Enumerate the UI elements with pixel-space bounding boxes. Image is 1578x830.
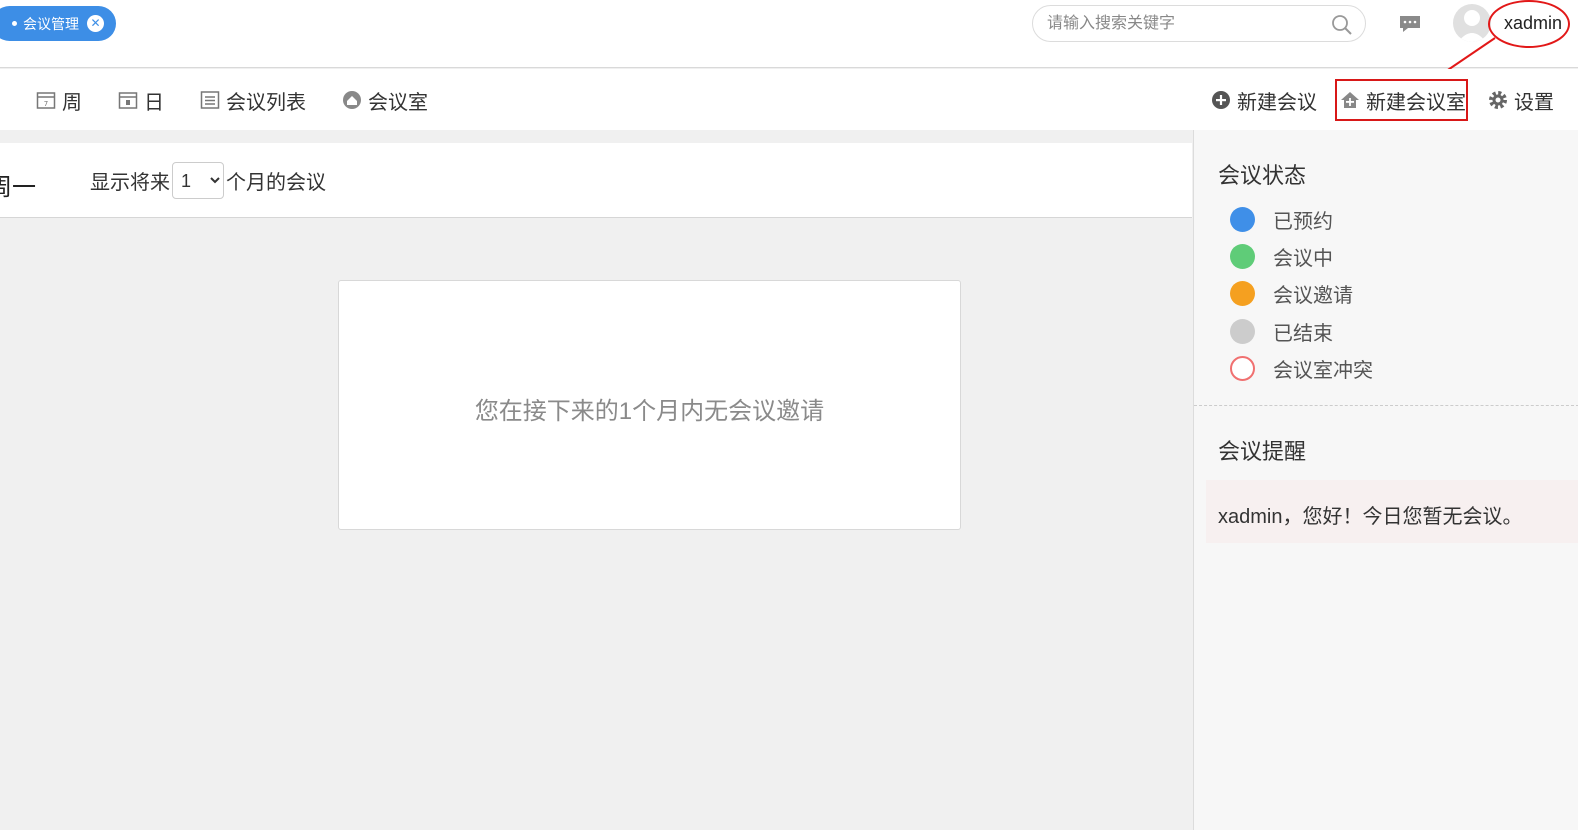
sidebar-divider bbox=[1194, 405, 1578, 406]
search-icon[interactable] bbox=[1331, 14, 1353, 36]
new-room-label: 新建会议室 bbox=[1366, 91, 1466, 114]
main-header: 周一 显示将来 1 个月的会议 bbox=[0, 143, 1192, 218]
new-meeting-button[interactable]: 新建会议 bbox=[1211, 86, 1317, 114]
months-select[interactable]: 1 bbox=[172, 162, 224, 199]
status-label: 会议室冲突 bbox=[1273, 360, 1373, 382]
settings-label: 设置 bbox=[1514, 91, 1554, 114]
status-label: 会议邀请 bbox=[1273, 285, 1353, 307]
top-bar: 会议管理 ✕ xadmin bbox=[0, 0, 1578, 68]
status-label: 会议中 bbox=[1273, 248, 1333, 270]
message-icon[interactable] bbox=[1398, 14, 1422, 34]
reminder-section-title: 会议提醒 bbox=[1218, 439, 1307, 464]
range-prefix: 显示将来 bbox=[90, 172, 170, 194]
status-dot bbox=[1230, 319, 1255, 344]
home-icon bbox=[343, 91, 361, 109]
status-label: 已结束 bbox=[1273, 323, 1333, 345]
avatar[interactable] bbox=[1453, 4, 1491, 42]
new-room-button[interactable]: 新建会议室 bbox=[1340, 86, 1466, 114]
status-in-progress: 会议中 bbox=[1230, 242, 1333, 271]
search-input[interactable] bbox=[1047, 13, 1317, 35]
toolbar: 7 周 日 会议列表 会议室 新建会议 新建会议室 设置 bbox=[0, 69, 1578, 130]
close-icon[interactable]: ✕ bbox=[87, 15, 104, 32]
status-dot bbox=[1230, 244, 1255, 269]
empty-state-card: 您在接下来的1个月内无会议邀请 bbox=[338, 280, 961, 530]
calendar-day-icon bbox=[118, 92, 138, 109]
user-avatar-icon bbox=[1458, 10, 1486, 42]
empty-message: 您在接下来的1个月内无会议邀请 bbox=[474, 398, 825, 425]
meeting-room-label: 会议室 bbox=[368, 91, 428, 114]
tab-dot bbox=[12, 21, 17, 26]
week-day-label: 周一 bbox=[0, 174, 36, 201]
reminder-box: xadmin，您好！今日您暂无会议。 bbox=[1206, 480, 1578, 543]
status-scheduled: 已预约 bbox=[1230, 205, 1333, 234]
svg-text:7: 7 bbox=[44, 100, 48, 108]
gear-icon bbox=[1489, 91, 1507, 109]
view-week-button[interactable]: 7 周 bbox=[36, 86, 82, 114]
status-dot bbox=[1230, 281, 1255, 306]
right-sidebar: 会议状态 已预约 会议中 会议邀请 已结束 会议室冲突 会议提醒 xadmin，… bbox=[1193, 130, 1578, 830]
meeting-room-button[interactable]: 会议室 bbox=[342, 86, 428, 114]
plus-circle-icon bbox=[1212, 91, 1230, 109]
house-plus-icon bbox=[1341, 92, 1359, 108]
view-day-label: 日 bbox=[144, 91, 164, 114]
tab-meeting-management[interactable]: 会议管理 ✕ bbox=[0, 6, 116, 41]
calendar-week-icon: 7 bbox=[36, 92, 56, 109]
meeting-list-button[interactable]: 会议列表 bbox=[200, 86, 306, 114]
range-suffix: 个月的会议 bbox=[226, 172, 326, 194]
view-day-button[interactable]: 日 bbox=[118, 86, 164, 114]
reminder-text: xadmin，您好！今日您暂无会议。 bbox=[1218, 506, 1523, 528]
status-invitation: 会议邀请 bbox=[1230, 279, 1353, 308]
new-meeting-label: 新建会议 bbox=[1237, 91, 1317, 114]
status-dot bbox=[1230, 207, 1255, 232]
status-ended: 已结束 bbox=[1230, 317, 1333, 346]
status-section-title: 会议状态 bbox=[1218, 163, 1307, 188]
status-label: 已预约 bbox=[1273, 211, 1333, 233]
tab-label: 会议管理 bbox=[23, 15, 79, 32]
settings-button[interactable]: 设置 bbox=[1488, 86, 1554, 114]
list-icon bbox=[200, 91, 220, 109]
status-dot bbox=[1230, 356, 1255, 381]
view-week-label: 周 bbox=[62, 91, 82, 114]
meeting-list-label: 会议列表 bbox=[226, 91, 306, 114]
username-link[interactable]: xadmin bbox=[1504, 13, 1562, 34]
status-room-conflict: 会议室冲突 bbox=[1230, 354, 1373, 383]
search-box bbox=[1032, 5, 1366, 42]
range-selector: 显示将来 1 个月的会议 bbox=[90, 162, 326, 199]
